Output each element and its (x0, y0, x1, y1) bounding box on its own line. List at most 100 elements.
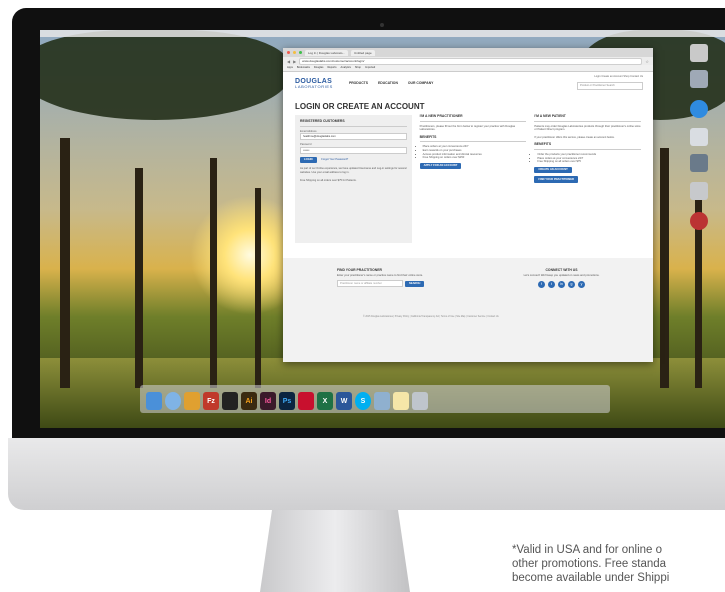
terminal-icon[interactable] (222, 392, 238, 410)
find-practitioner-section: FIND YOUR PRACTITIONER Enter your practi… (337, 268, 460, 288)
skype-icon[interactable]: S (355, 392, 371, 410)
preview-icon[interactable] (374, 392, 390, 410)
photos-icon[interactable] (184, 392, 200, 410)
patient-heading: I'M A NEW PATIENT (534, 114, 642, 122)
site-footer: FIND YOUR PRACTITIONER Enter your practi… (283, 258, 653, 362)
hard-drive-icon[interactable] (690, 44, 708, 62)
facebook-icon[interactable]: f (538, 281, 545, 288)
tab-strip: Log In | Douglas Laborato... Untitled pa… (283, 48, 653, 57)
photoshop-icon[interactable]: Ps (279, 392, 295, 410)
disk-icon[interactable] (690, 70, 708, 88)
bookmark-item[interactable]: Apps (287, 65, 293, 71)
shipping-note: Free Shipping on all orders over $75 for… (300, 178, 357, 182)
illustrator-icon[interactable]: Ai (241, 392, 257, 410)
disclaimer-line: other promotions. Free standa (512, 558, 667, 570)
document-icon[interactable] (690, 182, 708, 200)
mac-dock: Fz Ai Id Ps X W S (140, 385, 610, 413)
mac-menu-bar[interactable] (40, 30, 725, 37)
page-title: LOGIN OR CREATE AN ACCOUNT (295, 102, 425, 111)
utility-links[interactable]: Login Create an Account Shop Contact Us (594, 75, 643, 78)
new-patient-panel: I'M A NEW PATIENT Patients may order Dou… (534, 114, 642, 243)
browser-window: Log In | Douglas Laborato... Untitled pa… (283, 48, 653, 362)
twitter-icon[interactable]: t (548, 281, 555, 288)
tree-trunk (135, 168, 143, 388)
word-icon[interactable]: W (336, 392, 352, 410)
disclaimer-line: *Valid in USA and for online o (512, 544, 663, 556)
badge-icon[interactable] (690, 212, 708, 230)
email-field[interactable]: healthme@douglaslabs.com (300, 133, 407, 141)
footer-bar: FIND YOUR PRACTITIONER Enter your practi… (283, 258, 653, 288)
address-bar[interactable]: www.douglaslabs.com/customer/account/log… (299, 57, 643, 65)
practitioner-heading: I'M A NEW PRACTITIONER (419, 114, 527, 122)
footer-links[interactable]: © 2015 Douglas Laboratories | Privacy Po… (363, 316, 499, 318)
social-icons: f t in g y (500, 281, 623, 288)
bookmark-item[interactable]: Douglas (314, 65, 324, 71)
patient-benefits-list: Order the products your practitioner rec… (537, 153, 641, 164)
registered-heading: REGISTERED CUSTOMERS (300, 119, 407, 127)
patient-extra: If your practitioner offers this service… (534, 135, 615, 139)
safari-icon[interactable] (165, 392, 181, 410)
indesign-icon[interactable]: Id (260, 392, 276, 410)
linkedin-icon[interactable]: in (558, 281, 565, 288)
new-practitioner-panel: I'M A NEW PRACTITIONER Practitioners, pl… (419, 114, 527, 243)
browser-tab[interactable]: Log In | Douglas Laborato... (305, 49, 348, 56)
bookmark-item[interactable]: Imported (365, 65, 375, 71)
find-practitioner-button[interactable]: FIND YOUR PRACTITIONER (534, 176, 578, 183)
bookmark-item[interactable]: Reports (327, 65, 336, 71)
douglas-logo[interactable]: DOUGLAS LABORATORIES (295, 78, 333, 89)
password-field[interactable]: ••••••• (300, 146, 407, 154)
connect-heading: CONNECT WITH US (545, 268, 578, 272)
site-header: DOUGLAS LABORATORIES PRODUCTS EDUCATION … (283, 72, 653, 94)
app-icon[interactable] (690, 100, 708, 118)
folder-icon[interactable] (690, 128, 708, 146)
toolbar: ◀ ▶ www.douglaslabs.com/customer/account… (283, 57, 653, 65)
google-plus-icon[interactable]: g (568, 281, 575, 288)
zoom-dot-icon[interactable] (299, 51, 302, 54)
logo-sub-text: LABORATORIES (295, 83, 333, 89)
tree-trunk (60, 138, 70, 388)
search-button[interactable]: SEARCH (405, 280, 425, 287)
practitioner-search-input[interactable]: Practitioner name or affiliate number (337, 280, 403, 287)
forgot-password-link[interactable]: Forgot Your Password? (321, 158, 348, 161)
login-button[interactable]: LOGIN (300, 156, 317, 164)
disclaimer-line: become available under Shippi (512, 572, 670, 584)
imac-stand (260, 510, 410, 592)
close-dot-icon[interactable] (287, 51, 290, 54)
find-heading: FIND YOUR PRACTITIONER (337, 268, 382, 272)
excel-icon[interactable]: X (317, 392, 333, 410)
patient-intro: Patients may order Douglas Laboratories … (534, 124, 641, 132)
header-search-input[interactable]: Product or Practitioner Search (577, 82, 643, 90)
camera-dot (380, 23, 384, 27)
bookmark-item[interactable]: Analytics (341, 65, 351, 71)
filezilla-icon[interactable]: Fz (203, 392, 219, 410)
forward-arrow-icon[interactable]: ▶ (293, 59, 296, 64)
create-account-button[interactable]: CREATE AN ACCOUNT (534, 166, 572, 174)
patient-benefits-heading: BENEFITS (534, 143, 642, 150)
acrobat-icon[interactable] (298, 392, 314, 410)
connect-section: CONNECT WITH US Let's connect! We'll kee… (500, 268, 623, 288)
list-item: Free Shipping on orders over $150 (423, 156, 527, 160)
practitioner-intro: Practitioners, please fill out the form … (419, 124, 516, 132)
notes-icon[interactable] (393, 392, 409, 410)
trash-icon[interactable] (412, 392, 428, 410)
tree-trunk (210, 158, 217, 388)
finder-icon[interactable] (146, 392, 162, 410)
nav-our-company[interactable]: OUR COMPANY (408, 81, 434, 85)
bookmark-item[interactable]: Bookmarks (297, 65, 310, 71)
star-icon[interactable]: ☆ (645, 59, 649, 64)
nav-products[interactable]: PRODUCTS (349, 81, 368, 85)
desktop-screen: Log In | Douglas Laborato... Untitled pa… (40, 30, 725, 428)
minimize-dot-icon[interactable] (293, 51, 296, 54)
back-arrow-icon[interactable]: ◀ (287, 59, 290, 64)
apply-account-button[interactable]: APPLY FOR AN ACCOUNT (419, 162, 462, 170)
imac-chin (8, 438, 725, 510)
main-nav: PRODUCTS EDUCATION OUR COMPANY (349, 81, 434, 85)
practitioner-benefits-list: Place orders at your convenience 24/7 Ea… (423, 145, 527, 159)
nav-education[interactable]: EDUCATION (378, 81, 398, 85)
youtube-icon[interactable]: y (578, 281, 585, 288)
bookmark-item[interactable]: Shop (355, 65, 361, 71)
tree-canopy (40, 30, 290, 120)
browser-tab[interactable]: Untitled page (350, 49, 375, 56)
web-page: DOUGLAS LABORATORIES PRODUCTS EDUCATION … (283, 72, 653, 362)
document-icon[interactable] (690, 154, 708, 172)
